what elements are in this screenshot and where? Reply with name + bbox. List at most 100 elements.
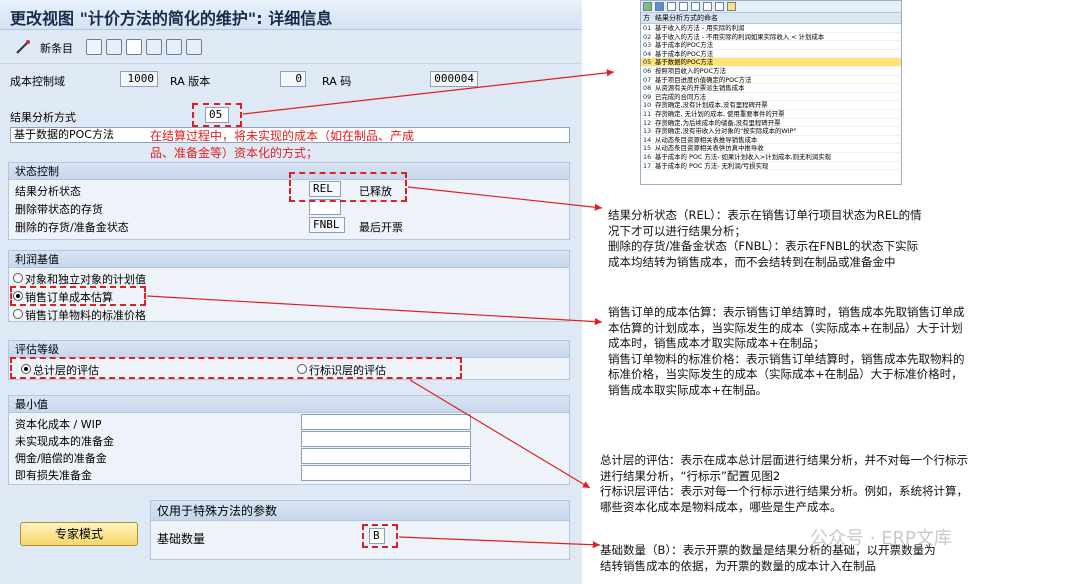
method-list-item[interactable]: 02 基于收入的方法 - 不用实际的利润如果实际收入 < 计划成本 — [641, 33, 901, 42]
method-name: 从动态条目资源相关表供仿真中推导收 — [655, 144, 764, 153]
method-code: 04 — [643, 49, 652, 58]
new-entries-button[interactable]: 新条目 — [40, 40, 73, 56]
delete-icon[interactable] — [106, 39, 122, 55]
deselect-icon[interactable] — [186, 39, 202, 55]
method-code: 09 — [643, 92, 652, 101]
deletion-inventory-text: 最后开票 — [359, 221, 403, 234]
method-list-item[interactable]: 15 从动态条目资源相关表供仿真中推导收 — [641, 144, 901, 153]
method-name: 基于成本的POC方法 — [655, 49, 714, 58]
ra-key-label: RA 码 — [322, 75, 352, 88]
basis-qty-label: 基础数量 — [157, 532, 206, 546]
method-list-item[interactable]: 06 按照项目收入的POC方法 — [641, 67, 901, 76]
special-params-group: 仅用于特殊方法的参数 基础数量 B — [150, 500, 570, 560]
annotation-status-line: 成本均结转为销售成本，而不会结转到在制品或准备金中 — [608, 254, 896, 269]
annotation-valuation: 总计层的评估：表示在成本总计层面进行结果分析，并不对每一个行标示 进行结果分析，… — [600, 453, 968, 515]
annotation-status-line: 况下才可以进行结果分析； — [608, 223, 746, 238]
annotation-profit-line: 销售成本取实际成本+在制品。 — [608, 382, 768, 397]
filter-icon[interactable] — [691, 2, 700, 11]
annotation-profit-line: 标准价格，当实际发生的成本（实际成本+在制品）大于标准价格时， — [608, 367, 963, 381]
method-list-item[interactable]: 05 基于数据的POC方法 — [641, 58, 901, 67]
method-list-item[interactable]: 14 从动态条目资源相关表推导销售成本 — [641, 136, 901, 145]
deletion-with-status-label: 删除带状态的存货 — [15, 203, 103, 216]
method-list-header: 方结果分析方式的命名 — [641, 13, 901, 24]
ra-version-field[interactable]: 0 — [280, 71, 306, 87]
ra-key-field[interactable]: 000004 — [430, 71, 478, 87]
method-name: 基于收入的方法 - 不用实际的利润如果实际收入 < 计划成本 — [655, 32, 825, 41]
method-code: 03 — [643, 41, 652, 50]
method-name: 基于成本的 POC 方法- 无利润/亏损实现 — [655, 161, 769, 170]
min-row-2-field[interactable] — [301, 448, 471, 464]
method-list-item[interactable]: 08 从资源有关的开票派生销售成本 — [641, 84, 901, 93]
valuation-level-title: 评估等级 — [9, 341, 569, 358]
undo-icon[interactable] — [126, 39, 142, 55]
profit-option-0-radio[interactable] — [13, 273, 23, 283]
annotation-status-line: 删除的存货/准备金状态（FNBL）：表示在FNBL的状态下实际 — [608, 239, 919, 253]
annotation-valuation-line: 总计层的评估：表示在成本总计层面进行结果分析，并不对每一个行标示 — [600, 453, 968, 467]
ra-method-label: 结果分析方式 — [10, 111, 76, 124]
method-name: 基于项目进度价值确定的POC方法 — [655, 75, 752, 84]
method-list-item[interactable]: 10 存货确定,没有计划成本,没有里程碑开票 — [641, 101, 901, 110]
profit-option-2[interactable]: 销售订单物料的标准价格 — [25, 307, 146, 323]
method-list-item[interactable]: 17 基于成本的 POC 方法- 无利润/亏损实现 — [641, 162, 901, 171]
method-code: 02 — [643, 32, 652, 41]
export-icon[interactable] — [715, 2, 724, 11]
method-list-item[interactable]: 13 存货确定,没有带收入分对象的"按实际成本的WIP" — [641, 127, 901, 136]
annotation-basis-line: 结转销售成本的依据，为开票的数量的成本计入在制品 — [600, 558, 876, 573]
method-list-popup: 方结果分析方式的命名 01 基于收入的方法 - 用实际的利润 02 基于收入的方法 -… — [640, 0, 902, 185]
controlling-area-field[interactable]: 1000 — [120, 71, 158, 87]
display-change-icon[interactable] — [14, 38, 32, 56]
annotation-status-line: 结果分析状态（REL）：表示在销售订单行项目状态为REL的情 — [608, 208, 922, 222]
special-params-title: 仅用于特殊方法的参数 — [151, 501, 569, 521]
method-code: 07 — [643, 75, 652, 84]
cancel-icon[interactable] — [655, 2, 664, 11]
method-list-item[interactable]: 03 基于成本的POC方法 — [641, 41, 901, 50]
annotation-basis-line: 基础数量（B）：表示开票的数量是结果分析的基础，以开票数量为 — [600, 543, 936, 557]
method-list-item[interactable]: 16 基于成本的 POC 方法- 如果计划收入>计划成本,则无利润实现 — [641, 153, 901, 162]
controlling-area-label: 成本控制域 — [10, 75, 65, 88]
status-highlight — [289, 172, 407, 202]
minimum-values-group: 最小值 资本化成本 / WIP 未实现成本的准备金 佣金/赔偿的准备金 即有损失… — [8, 395, 570, 485]
sort-icon[interactable] — [679, 2, 688, 11]
ra-status-label: 结果分析状态 — [15, 185, 81, 198]
copy-icon[interactable] — [86, 39, 102, 55]
deletion-inventory-field[interactable]: FNBL — [309, 217, 345, 233]
select-all-icon[interactable] — [146, 39, 162, 55]
method-list-rows: 01 基于收入的方法 - 用实际的利润 02 基于收入的方法 - 不用实际的利润如果实… — [641, 24, 901, 171]
method-code: 01 — [643, 24, 652, 32]
method-name: 从资源有关的开票派生销售成本 — [655, 84, 745, 93]
method-list-item[interactable]: 01 基于收入的方法 - 用实际的利润 — [641, 24, 901, 33]
profit-basis-title: 利润基值 — [9, 251, 569, 268]
method-code: 06 — [643, 66, 652, 75]
method-list-item[interactable]: 12 存货确定,为后续成本的储备,没有里程碑开票 — [641, 119, 901, 128]
ra-method-highlight — [192, 103, 242, 127]
method-name: 存货确定,没有计划成本,没有里程碑开票 — [655, 101, 768, 110]
refresh-icon[interactable] — [703, 2, 712, 11]
select-block-icon[interactable] — [166, 39, 182, 55]
expert-mode-button[interactable]: 专家模式 — [20, 522, 138, 546]
layout-icon[interactable] — [727, 2, 736, 11]
profit-highlight — [10, 286, 146, 306]
method-name: 基于收入的方法 - 用实际的利润 — [655, 24, 745, 32]
method-list-item[interactable]: 07 基于项目进度价值确定的POC方法 — [641, 76, 901, 85]
method-list-item[interactable]: 04 基于成本的POC方法 — [641, 50, 901, 59]
ok-icon[interactable] — [643, 2, 652, 11]
find-icon[interactable] — [667, 2, 676, 11]
method-code: 16 — [643, 152, 652, 161]
method-list-item[interactable]: 11 存货确定, 无计划的成本, 使用重要事件的开票 — [641, 110, 901, 119]
profit-option-2-radio[interactable] — [13, 309, 23, 319]
col-name-header: 结果分析方式的命名 — [655, 14, 718, 22]
min-row-1-field[interactable] — [301, 431, 471, 447]
basis-qty-highlight — [362, 524, 398, 548]
minimum-values-title: 最小值 — [9, 396, 569, 413]
method-code: 12 — [643, 118, 652, 127]
min-row-3-field[interactable] — [301, 465, 471, 481]
method-code: 10 — [643, 101, 652, 110]
profit-option-0[interactable]: 对象和独立对象的计划值 — [25, 271, 146, 287]
method-name: 基于成本的 POC 方法- 如果计划收入>计划成本,则无利润实现 — [655, 152, 832, 161]
method-list-item[interactable]: 09 已完成的合同方法 — [641, 93, 901, 102]
annotation-profit-line: 销售订单物料的标准价格：表示销售订单结算时，销售成本先取物料的 — [608, 351, 965, 366]
min-row-1-label: 未实现成本的准备金 — [15, 435, 114, 448]
min-row-2-label: 佣金/赔偿的准备金 — [15, 452, 107, 465]
method-code: 08 — [643, 84, 652, 93]
min-row-0-field[interactable] — [301, 414, 471, 430]
